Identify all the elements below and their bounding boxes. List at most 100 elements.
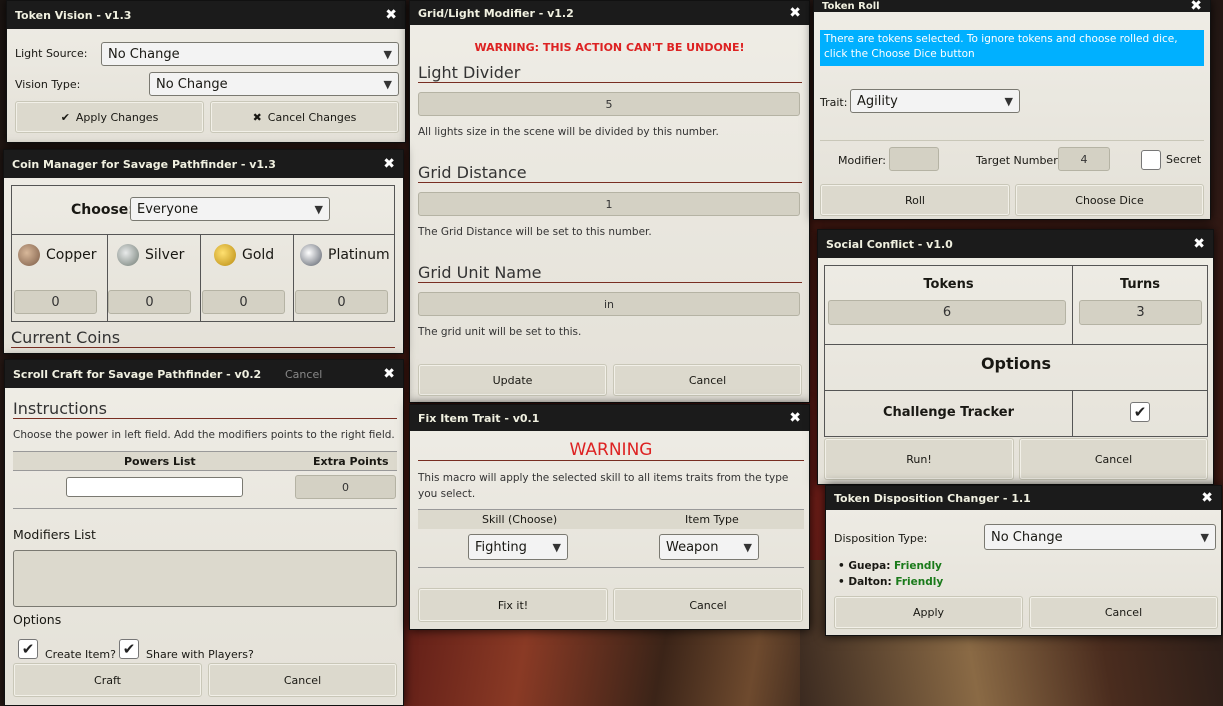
copper-coin-icon [18,244,40,266]
window-header[interactable]: Scroll Craft for Savage Pathfinder - v0.… [5,360,403,388]
modifier-input[interactable] [889,147,939,171]
grid-unit-input[interactable]: in [418,292,800,316]
instructions-text: Choose the power in left field. Add the … [13,429,395,441]
extra-points-input[interactable]: 0 [295,475,396,499]
window-title: Token Roll [822,0,880,12]
light-divider-heading: Light Divider [418,63,802,83]
chevron-down-icon: ▼ [383,77,392,91]
gold-input[interactable]: 0 [202,290,285,314]
token-vision-window: Token Vision - v1.3 ✖ Light Source: No C… [6,0,406,143]
window-title: Scroll Craft for Savage Pathfinder - v0.… [13,367,262,381]
coin-manager-window: Coin Manager for Savage Pathfinder - v1.… [3,149,404,354]
window-header[interactable]: Token Disposition Changer - 1.1 ✖ [826,486,1221,510]
table-divider [13,508,397,509]
apply-changes-button[interactable]: ✔ Apply Changes [15,101,204,133]
close-icon[interactable]: ✖ [1193,236,1205,252]
create-item-checkbox[interactable]: ✔ [18,639,38,659]
grid-unit-help: The grid unit will be set to this. [418,326,582,338]
window-title: Grid/Light Modifier - v1.2 [418,6,574,20]
copper-input[interactable]: 0 [14,290,97,314]
close-icon[interactable]: ✖ [383,156,395,172]
tokens-input[interactable]: 6 [828,300,1066,325]
close-icon[interactable]: ✖ [789,410,801,426]
social-conflict-window: Social Conflict - v1.0 ✖ Tokens Turns 6 … [817,229,1214,485]
close-icon[interactable]: ✖ [1190,0,1202,14]
window-header[interactable]: Token Vision - v1.3 ✖ [7,1,405,29]
craft-button[interactable]: Craft [13,663,202,697]
choose-select[interactable]: Everyone ▼ [130,197,330,221]
list-item: • Guepa: Friendly [838,560,942,572]
modifier-label: Modifier: [838,154,886,167]
platinum-label: Platinum [300,244,390,266]
item-type-label: Item Type [685,513,739,526]
disposition-type-label: Disposition Type: [834,532,928,545]
gold-coin-icon [214,244,236,266]
share-players-checkbox[interactable]: ✔ [119,639,139,659]
light-source-select[interactable]: No Change ▼ [101,42,399,66]
coin-cancel-button-behind: Cancel [285,368,323,381]
update-button[interactable]: Update [418,364,607,396]
apply-button[interactable]: Apply [834,596,1023,629]
grid-light-window: Grid/Light Modifier - v1.2 ✖ WARNING: TH… [409,0,810,403]
warning-text: This macro will apply the selected skill… [418,472,789,500]
item-type-select[interactable]: Weapon ▼ [659,534,759,560]
close-icon[interactable]: ✖ [383,366,395,382]
choose-dice-button[interactable]: Choose Dice [1015,184,1204,216]
token-disposition-window: Token Disposition Changer - 1.1 ✖ Dispos… [825,485,1222,636]
window-title: Coin Manager for Savage Pathfinder - v1.… [12,157,276,171]
turns-label: Turns [1119,277,1161,292]
cancel-button[interactable]: Cancel [613,588,803,622]
cancel-button[interactable]: Cancel [613,364,802,396]
window-header[interactable]: Coin Manager for Savage Pathfinder - v1.… [4,150,403,178]
trait-label: Trait: [820,96,848,109]
divider [820,140,1204,141]
window-title: Social Conflict - v1.0 [826,237,953,251]
token-roll-window: Token Roll ✖ There are tokens selected. … [813,0,1211,220]
window-header[interactable]: Grid/Light Modifier - v1.2 ✖ [410,1,809,25]
skill-select[interactable]: Fighting ▼ [468,534,568,560]
target-number-label: Target Number: [976,154,1062,167]
window-header[interactable]: Fix Item Trait - v0.1 ✖ [410,405,809,431]
vision-type-select[interactable]: No Change ▼ [149,72,399,96]
cancel-changes-button[interactable]: ✖ Cancel Changes [210,101,399,133]
modifiers-textarea[interactable] [13,550,397,607]
disposition-type-select[interactable]: No Change ▼ [984,524,1216,550]
grid-distance-help: The Grid Distance will be set to this nu… [418,226,652,238]
status-badge: Friendly [895,576,944,588]
vision-type-label: Vision Type: [15,78,81,91]
create-item-label: Create Item? [45,648,116,661]
challenge-tracker-label: Challenge Tracker [882,405,1015,420]
chevron-down-icon: ▼ [314,202,323,216]
silver-input[interactable]: 0 [108,290,191,314]
close-icon[interactable]: ✖ [385,7,397,23]
trait-select[interactable]: Agility ▼ [850,89,1020,113]
challenge-tracker-checkbox[interactable]: ✔ [1130,402,1150,422]
cancel-button[interactable]: Cancel [208,663,397,697]
platinum-input[interactable]: 0 [295,290,388,314]
light-divider-input[interactable]: 5 [418,92,800,116]
platinum-coin-icon [300,244,322,266]
chevron-down-icon: ▼ [1004,94,1013,108]
chevron-down-icon: ▼ [743,540,752,554]
roll-button[interactable]: Roll [820,184,1010,216]
options-label: Options [13,612,62,627]
turns-input[interactable]: 3 [1079,300,1202,325]
window-header[interactable]: Social Conflict - v1.0 ✖ [818,230,1213,258]
warning-text: WARNING: THIS ACTION CAN'T BE UNDONE! [474,41,745,54]
target-number-input[interactable]: 4 [1058,147,1110,171]
info-banner: There are tokens selected. To ignore tok… [820,30,1204,66]
cancel-button[interactable]: Cancel [1029,596,1218,629]
secret-checkbox[interactable] [1141,150,1161,170]
chevron-down-icon: ▼ [1200,530,1209,544]
close-icon[interactable]: ✖ [1201,490,1213,506]
grid-distance-input[interactable]: 1 [418,192,800,216]
fix-it-button[interactable]: Fix it! [418,588,608,622]
grid-unit-heading: Grid Unit Name [418,263,802,283]
powers-list-input[interactable] [66,477,243,497]
silver-coin-icon [117,244,139,266]
window-header[interactable]: Token Roll ✖ [814,0,1210,14]
close-icon[interactable]: ✖ [789,5,801,21]
window-title: Token Disposition Changer - 1.1 [834,491,1031,505]
run-button[interactable]: Run! [824,438,1014,480]
cancel-button[interactable]: Cancel [1019,438,1208,480]
